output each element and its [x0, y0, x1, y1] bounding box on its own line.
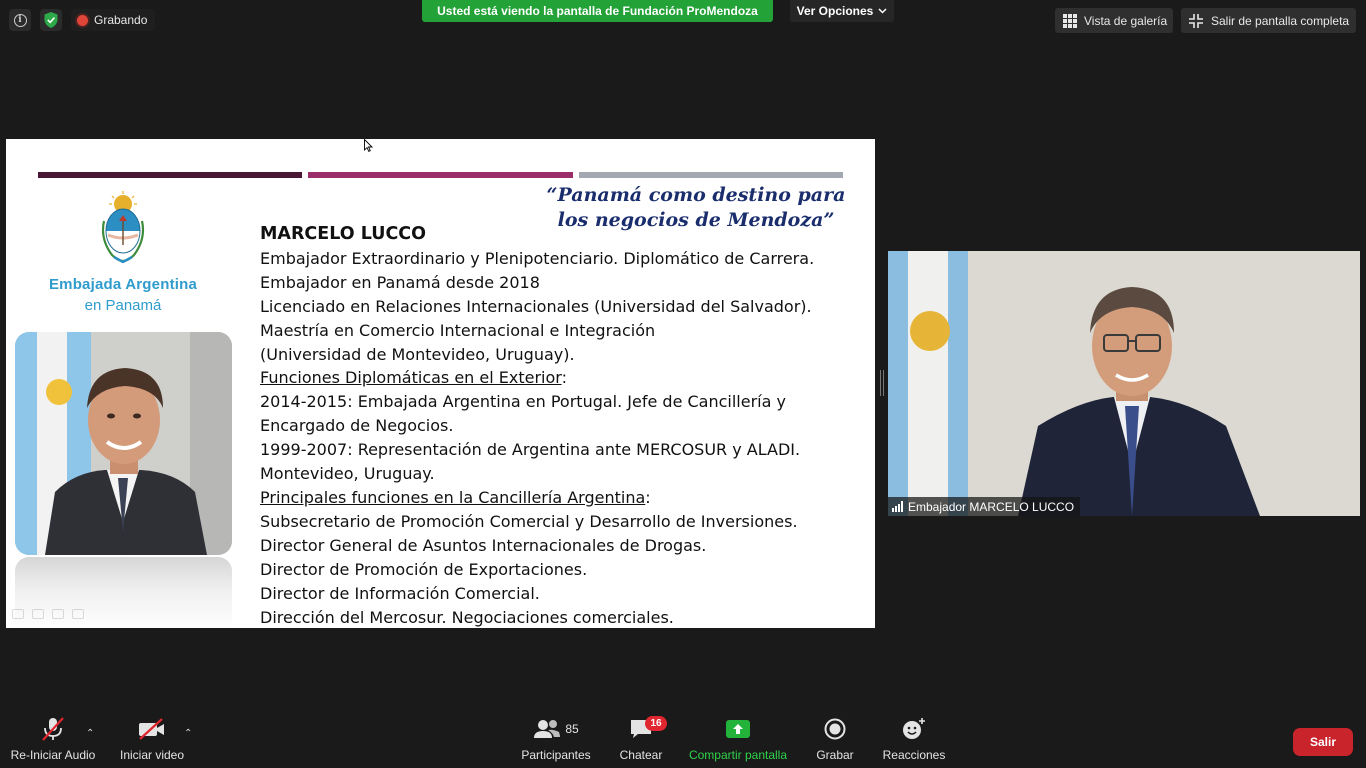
info-icon: i — [13, 13, 27, 27]
participants-label: Participantes — [521, 748, 591, 762]
bio-line: Director General de Asuntos Internaciona… — [260, 535, 707, 555]
record-button[interactable]: Grabar — [814, 712, 856, 768]
slide-title-line1: “Panamá como destino para — [546, 184, 846, 206]
slide-show-tools[interactable] — [12, 609, 84, 619]
slide-bar-magenta — [308, 172, 573, 178]
participant-name: Embajador MARCELO LUCCO — [908, 499, 1075, 514]
slide-next-icon[interactable] — [72, 609, 84, 619]
slide-pen-icon[interactable] — [32, 609, 44, 619]
bio-line: 2014-2015: Embajada Argentina en Portuga… — [260, 392, 786, 412]
meeting-info-button[interactable]: i — [9, 9, 31, 31]
meeting-toolbar: Re-Iniciar Audio ⌃ Iniciar video ⌃ 85 Pa… — [0, 712, 1366, 768]
slide-menu-icon[interactable] — [52, 609, 64, 619]
argentina-coat-of-arms-icon — [101, 191, 145, 263]
bio-line: Subsecretario de Promoción Comercial y D… — [260, 511, 798, 531]
share-screen-icon — [726, 720, 750, 738]
embassy-location: en Panamá — [84, 297, 162, 314]
exit-fullscreen-icon — [1189, 13, 1203, 28]
reactions-button[interactable]: Reacciones — [882, 712, 946, 768]
slide-bar-grey — [579, 172, 843, 178]
participants-count: 85 — [565, 722, 579, 736]
bio-line: Maestría en Comercio Internacional e Int… — [260, 320, 656, 340]
record-icon — [824, 718, 846, 740]
mouse-cursor-icon — [364, 139, 373, 152]
bio-line: 1999-2007: Representación de Argentina a… — [260, 440, 801, 460]
screen-share-banner: Usted está viendo la pantalla de Fundaci… — [422, 0, 773, 22]
video-button[interactable]: Iniciar video — [118, 712, 186, 768]
top-bar: i Grabando Usted está viendo la pantalla… — [0, 0, 1366, 42]
bio-line: Director de Información Comercial. — [260, 583, 540, 603]
ambassador-portrait — [15, 332, 232, 555]
slide-bar-dark — [38, 172, 302, 178]
bio-line: (Universidad de Montevideo, Uruguay). — [260, 344, 575, 364]
camera-off-icon — [139, 718, 164, 740]
ambassador-bio: MARCELO LUCCO Embajador Extraordinario y… — [260, 223, 860, 628]
signal-bars-icon — [892, 501, 903, 512]
bio-line: Director de Promoción de Exportaciones. — [260, 559, 588, 579]
bio-name: MARCELO LUCCO — [260, 224, 427, 244]
slide-prev-icon[interactable] — [12, 609, 24, 619]
speaker-video-frame — [888, 251, 1360, 516]
chat-label: Chatear — [619, 748, 663, 762]
view-options-button[interactable]: Ver Opciones — [790, 0, 894, 22]
exit-fullscreen-button[interactable]: Salir de pantalla completa — [1181, 8, 1356, 33]
heading-colon: : — [645, 487, 651, 507]
audio-options-caret-icon[interactable]: ⌃ — [86, 728, 94, 739]
section-heading-exterior: Funciones Diplomáticas en el Exterior: — [260, 366, 860, 390]
recording-indicator[interactable]: Grabando — [71, 9, 156, 31]
bio-line: Embajador en Panamá desde 2018 — [260, 272, 540, 292]
mic-muted-icon — [42, 717, 64, 741]
embassy-name: Embajada Argentina — [48, 276, 198, 293]
encryption-button[interactable] — [40, 9, 62, 31]
share-banner-text: Usted está viendo la pantalla de Fundaci… — [437, 4, 758, 18]
section-heading-cancilleria: Principales funciones en la Cancillería … — [260, 486, 860, 510]
section-heading-cancilleria-text: Principales funciones en la Cancillería … — [260, 487, 646, 507]
audio-button[interactable]: Re-Iniciar Audio — [10, 712, 96, 768]
bio-line: Dirección del Mercosur. Negociaciones co… — [260, 607, 674, 627]
bio-line: Licenciado en Relaciones Internacionales… — [260, 296, 812, 316]
view-options-label: Ver Opciones — [796, 4, 874, 18]
shield-check-icon — [44, 12, 58, 28]
record-dot-icon — [77, 14, 88, 26]
heading-colon: : — [561, 368, 567, 388]
video-label: Iniciar video — [119, 748, 185, 762]
share-screen-button[interactable]: Compartir pantalla — [686, 712, 790, 768]
audio-label: Re-Iniciar Audio — [10, 748, 96, 762]
bio-line: Embajador Extraordinario y Plenipotencia… — [260, 248, 815, 268]
bio-line: Montevideo, Uruguay. — [260, 464, 435, 484]
chat-unread-badge: 16 — [645, 716, 667, 731]
leave-meeting-button[interactable]: Salir — [1293, 728, 1353, 756]
record-label: Grabar — [816, 748, 854, 762]
speaker-video[interactable]: Embajador MARCELO LUCCO — [888, 251, 1360, 516]
section-heading-exterior-text: Funciones Diplomáticas en el Exterior — [260, 368, 562, 388]
gallery-view-button[interactable]: Vista de galería — [1055, 8, 1173, 33]
bio-line: Encargado de Negocios. — [260, 416, 454, 436]
gallery-view-label: Vista de galería — [1084, 13, 1168, 28]
exit-fullscreen-label: Salir de pantalla completa — [1211, 13, 1350, 28]
participants-button[interactable]: 85 Participantes — [520, 712, 592, 768]
reactions-icon — [903, 718, 925, 739]
participants-icon — [534, 720, 561, 738]
shared-screen[interactable]: “Panamá como destino para los negocios d… — [6, 139, 875, 628]
share-screen-label: Compartir pantalla — [688, 748, 788, 762]
reactions-label: Reacciones — [882, 748, 946, 762]
grid-icon — [1063, 13, 1077, 28]
chat-button[interactable]: 16 Chatear — [616, 712, 667, 768]
video-options-caret-icon[interactable]: ⌃ — [184, 728, 192, 739]
participant-name-tag: Embajador MARCELO LUCCO — [888, 497, 1081, 516]
recording-label: Grabando — [94, 13, 148, 27]
split-view-handle[interactable] — [880, 370, 884, 396]
chevron-down-icon — [878, 8, 887, 14]
